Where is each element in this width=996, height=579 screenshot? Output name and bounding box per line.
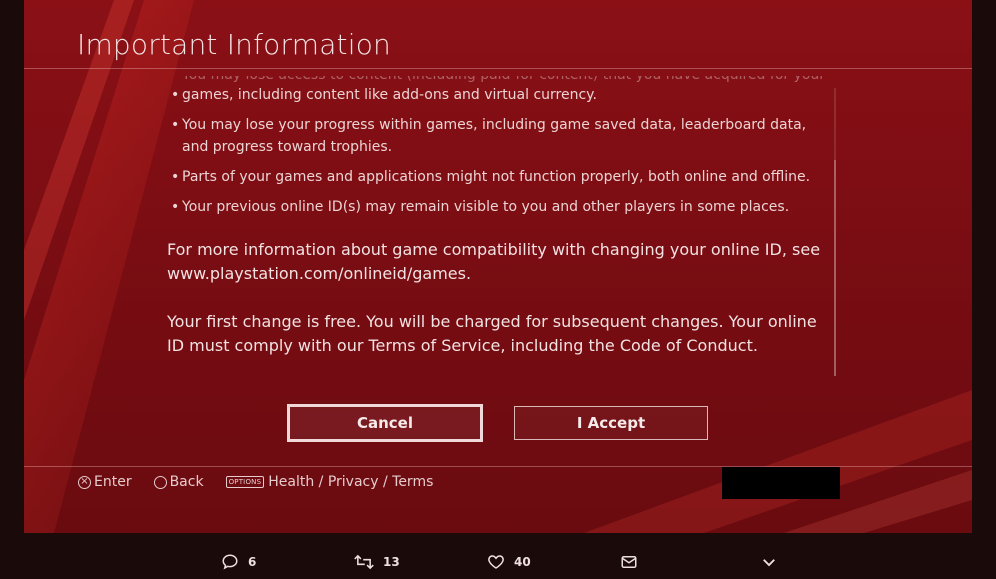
options-label: Health / Privacy / Terms	[268, 474, 434, 490]
options-hint: OPTIONS Health / Privacy / Terms	[225, 474, 434, 490]
like-action[interactable]: 40	[487, 553, 531, 571]
heart-icon	[488, 555, 504, 569]
scrollbar-thumb[interactable]	[834, 160, 836, 376]
reply-icon	[222, 554, 238, 570]
like-count: 40	[514, 555, 531, 569]
retweet-icon	[354, 554, 374, 570]
cross-button-icon: ×	[78, 475, 91, 489]
scrollbar-track[interactable]	[834, 88, 836, 376]
bullet-item: Your previous online ID(s) may remain vi…	[167, 196, 827, 218]
more-action[interactable]	[760, 553, 778, 571]
back-label: Back	[169, 474, 204, 490]
circle-button-icon	[153, 475, 167, 489]
chevron-down-icon	[763, 559, 775, 567]
retweet-action[interactable]: 13	[354, 553, 400, 571]
bullet-list: games, including content like add-ons an…	[167, 84, 827, 218]
bullet-text: Your previous online ID(s) may remain vi…	[182, 199, 790, 215]
dialog-content: You may lose access to content (includin…	[167, 76, 827, 378]
title-divider	[24, 68, 972, 69]
dialog-title: Important Information	[77, 28, 391, 61]
bullet-item: games, including content like add-ons an…	[167, 84, 827, 106]
reply-count: 6	[248, 555, 257, 569]
bullet-text: Parts of your games and applications mig…	[182, 169, 811, 185]
retweet-count: 13	[383, 555, 400, 569]
redaction-box	[722, 467, 840, 499]
cancel-button[interactable]: Cancel	[287, 404, 483, 442]
message-action[interactable]	[620, 553, 638, 571]
bullet-text: You may lose your progress within games,…	[182, 117, 807, 155]
enter-label: Enter	[94, 474, 132, 490]
enter-hint: × Enter	[78, 474, 132, 490]
terms-paragraph: Your first change is free. You will be c…	[167, 312, 817, 355]
mail-icon	[621, 556, 637, 568]
bullet-item: Parts of your games and applications mig…	[167, 166, 827, 188]
bullet-text: games, including content like add-ons an…	[182, 87, 597, 103]
ps4-screen: Important Information You may lose acces…	[24, 0, 972, 533]
info-paragraph: For more information about game compatib…	[167, 240, 821, 283]
options-button-icon: OPTIONS	[225, 476, 265, 488]
controller-hints: × Enter Back OPTIONS Health / Privacy / …	[78, 472, 455, 492]
back-hint: Back	[153, 474, 204, 490]
reply-action[interactable]: 6	[221, 553, 256, 571]
bullet-item: You may lose your progress within games,…	[167, 114, 827, 158]
accept-button[interactable]: I Accept	[514, 406, 708, 440]
